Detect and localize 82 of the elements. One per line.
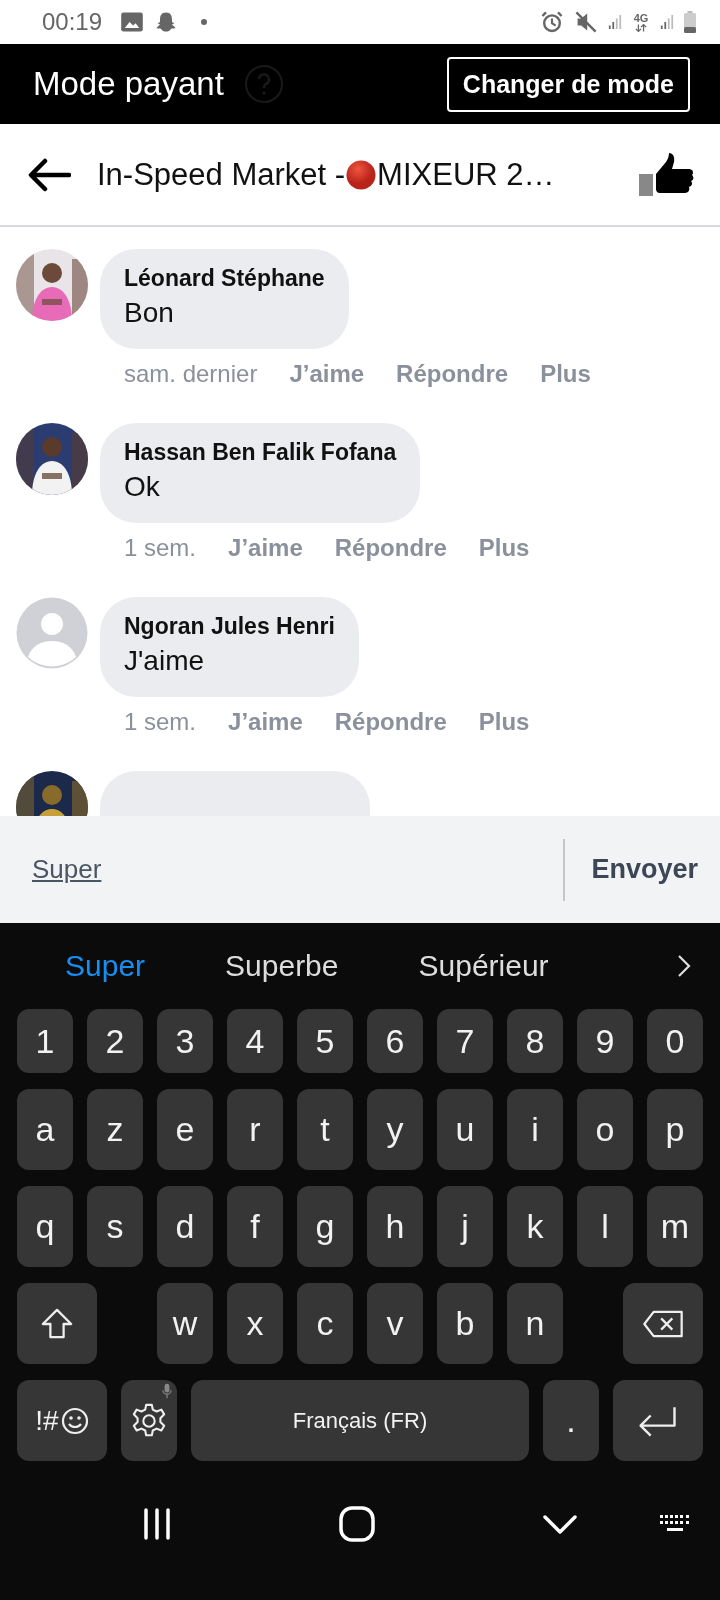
comment-text: J'aime xyxy=(124,644,206,678)
keyboard-key[interactable]: v xyxy=(367,1283,423,1364)
comment-text: Bon xyxy=(124,296,175,330)
keyboard-key[interactable]: 3 xyxy=(157,1009,213,1073)
keyboard-key[interactable]: z xyxy=(87,1089,143,1170)
author-name[interactable]: Ngoran Jules Henri xyxy=(124,611,335,641)
space-key[interactable]: Français (FR) xyxy=(191,1380,529,1461)
keyboard-key[interactable]: x xyxy=(227,1283,283,1364)
keyboard-key[interactable]: . xyxy=(543,1380,599,1461)
keyboard-key[interactable]: f xyxy=(227,1186,283,1267)
data-arrows-icon xyxy=(635,23,647,32)
comment-text: Ok xyxy=(124,470,161,504)
mode-title: Mode payant xyxy=(33,65,224,103)
keyboard-key[interactable]: a xyxy=(17,1089,73,1170)
keyboard-key[interactable]: p xyxy=(647,1089,703,1170)
backspace-icon xyxy=(642,1309,684,1338)
symbols-key[interactable]: !# xyxy=(17,1380,107,1461)
backspace-key[interactable] xyxy=(623,1283,703,1364)
keyboard-key[interactable]: 1 xyxy=(17,1009,73,1073)
shift-key[interactable] xyxy=(17,1283,97,1364)
key-label: !# xyxy=(35,1404,59,1437)
word-suggestion[interactable]: Super xyxy=(65,949,146,983)
word-suggestion[interactable]: Superbe xyxy=(225,949,339,983)
change-mode-button[interactable]: Changer de mode xyxy=(446,56,690,112)
keyboard-key[interactable]: d xyxy=(157,1186,213,1267)
keyboard-key[interactable]: u xyxy=(437,1089,493,1170)
thumbs-up-icon[interactable] xyxy=(638,151,696,198)
battery-icon xyxy=(684,11,696,33)
comment-time: sam. dernier xyxy=(124,359,258,389)
send-button[interactable]: Envoyer xyxy=(565,839,720,900)
mute-icon xyxy=(574,10,598,34)
chevron-right-icon[interactable] xyxy=(677,954,691,978)
keyboard-key[interactable]: e xyxy=(157,1089,213,1170)
network-type: 4G xyxy=(633,12,649,24)
author-name[interactable]: Léonard Stéphane xyxy=(124,263,325,293)
keyboard-icon[interactable] xyxy=(660,1515,690,1533)
keyboard-key[interactable]: 6 xyxy=(367,1009,423,1073)
keyboard-key[interactable]: i xyxy=(507,1089,563,1170)
dot-emoji-icon xyxy=(346,159,377,190)
post-title: MIXEUR 2… xyxy=(377,156,555,193)
keyboard-key[interactable]: w xyxy=(157,1283,213,1364)
chevron-down-icon[interactable] xyxy=(542,1514,578,1536)
keyboard-key[interactable]: y xyxy=(367,1089,423,1170)
notification-dot-icon xyxy=(200,18,209,26)
keyboard-key[interactable]: 2 xyxy=(87,1009,143,1073)
clock-time: 00:19 xyxy=(42,8,103,36)
settings-key[interactable] xyxy=(121,1380,177,1461)
word-suggestion[interactable]: Supérieur xyxy=(418,949,549,983)
post-title: In-Speed Market - xyxy=(97,156,346,193)
shift-icon xyxy=(40,1306,74,1341)
comment-time: 1 sem. xyxy=(124,533,197,563)
keyboard-key[interactable]: m xyxy=(647,1186,703,1267)
keyboard-key[interactable]: 5 xyxy=(297,1009,353,1073)
keyboard-key[interactable]: b xyxy=(437,1283,493,1364)
keyboard-key[interactable]: 7 xyxy=(437,1009,493,1073)
keyboard-key[interactable]: g xyxy=(297,1186,353,1267)
keyboard-key[interactable]: 8 xyxy=(507,1009,563,1073)
keyboard-key[interactable]: r xyxy=(227,1089,283,1170)
keyboard-key[interactable]: j xyxy=(437,1186,493,1267)
keyboard-key[interactable]: 4 xyxy=(227,1009,283,1073)
keyboard-key[interactable]: s xyxy=(87,1186,143,1267)
comment-bar[interactable]: Super Envoyer xyxy=(0,816,720,923)
microphone-icon xyxy=(162,1383,172,1399)
keyboard-key[interactable]: h xyxy=(367,1186,423,1267)
home-icon[interactable] xyxy=(339,1506,375,1542)
keyboard-key[interactable]: q xyxy=(17,1186,73,1267)
keyboard-key[interactable]: k xyxy=(507,1186,563,1267)
keyboard-key[interactable]: l xyxy=(577,1186,633,1267)
keyboard-key[interactable]: 0 xyxy=(647,1009,703,1073)
author-name[interactable]: Hassan Ben Falik Fofana xyxy=(124,437,397,467)
keyboard-key[interactable]: t xyxy=(297,1089,353,1170)
keyboard-key[interactable]: 9 xyxy=(577,1009,633,1073)
comment-time: 1 sem. xyxy=(124,707,197,737)
alarm-icon xyxy=(540,10,564,34)
smiley-icon xyxy=(60,1406,89,1435)
comment-input-field[interactable]: Super xyxy=(0,839,564,900)
image-icon xyxy=(120,10,145,34)
enter-key[interactable] xyxy=(613,1380,703,1461)
back-arrow-icon[interactable] xyxy=(27,157,71,192)
keyboard-key[interactable]: n xyxy=(507,1283,563,1364)
keyboard-key[interactable]: c xyxy=(297,1283,353,1364)
keyboard-key[interactable]: o xyxy=(577,1089,633,1170)
